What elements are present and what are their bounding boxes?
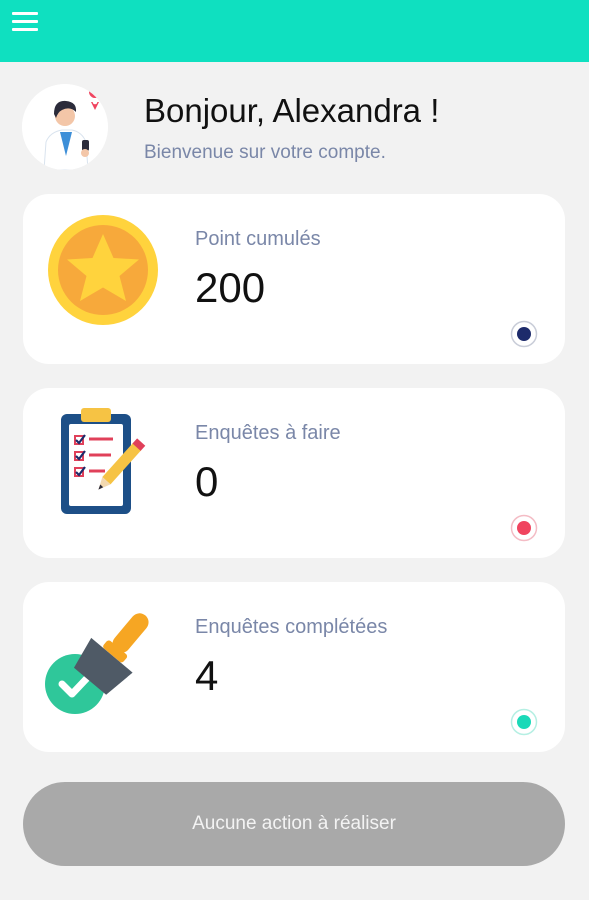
surveys-todo-value: 0 [195,458,219,505]
top-app-bar [0,0,589,62]
surveys-completed-indicator-dot [510,708,538,736]
greeting-section: Bonjour, Alexandra ! Bienvenue sur votre… [22,84,562,176]
clipboard-checklist-icon [45,406,161,522]
doctor-avatar-icon [22,84,108,170]
approval-stamp-icon [45,600,161,716]
surveys-todo-label: Enquêtes à faire [195,422,341,444]
greeting-subtitle: Bienvenue sur votre compte. [144,142,386,163]
greeting-title: Bonjour, Alexandra ! [144,92,440,129]
surveys-todo-indicator-dot [510,514,538,542]
surveys-completed-value: 4 [195,652,219,699]
surveys-completed-label: Enquêtes complétées [195,616,388,638]
points-value: 200 [195,264,266,311]
hamburger-menu-icon[interactable] [10,10,40,34]
points-card[interactable]: Point cumulés 200 [23,194,565,364]
no-action-button[interactable]: Aucune action à réaliser [23,782,565,866]
gold-star-coin-icon [45,212,161,328]
points-indicator-dot [510,320,538,348]
surveys-completed-card[interactable]: Enquêtes complétées 4 [23,582,565,752]
points-label: Point cumulés [195,228,321,250]
surveys-todo-card[interactable]: Enquêtes à faire 0 [23,388,565,558]
